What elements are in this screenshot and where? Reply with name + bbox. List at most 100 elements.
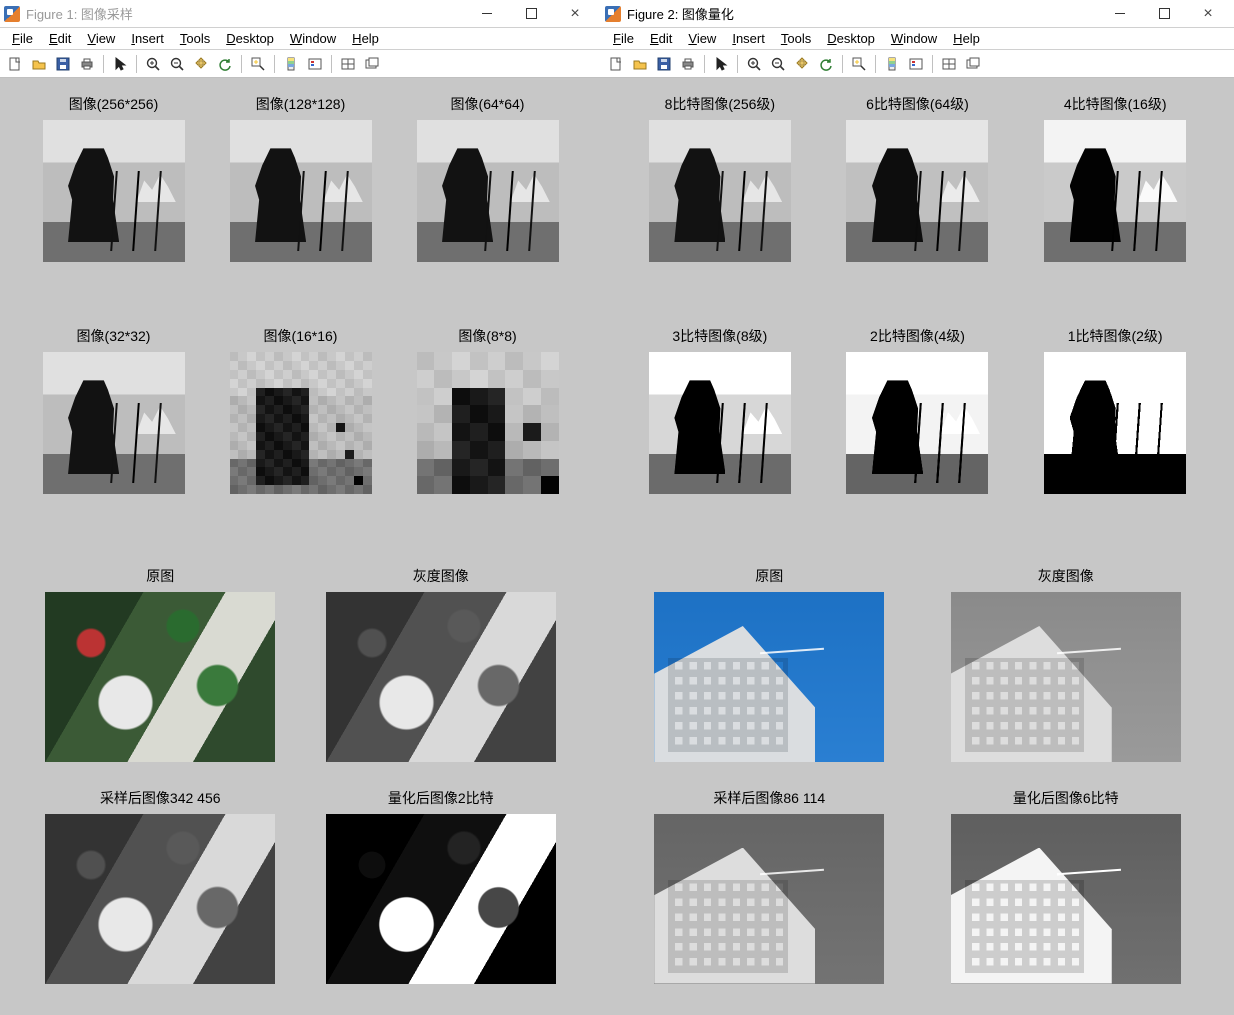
open-button[interactable] — [28, 53, 50, 75]
figure1-titlebar[interactable]: Figure 1: 图像采样 × — [0, 0, 601, 28]
print-button[interactable] — [677, 53, 699, 75]
figure2-window: Figure 2: 图像量化 × FileEditViewInsertTools… — [601, 0, 1234, 562]
image-display — [417, 352, 559, 494]
subplot: 量化后图像6比特 — [918, 784, 1215, 1006]
subplot: 4比特图像(16级) — [1016, 88, 1214, 320]
menu-desktop[interactable]: Desktop — [218, 29, 282, 48]
colorbar-button[interactable] — [280, 53, 302, 75]
image-display — [654, 814, 884, 984]
subplot: 采样后图像86 114 — [621, 784, 918, 1006]
save-button[interactable] — [52, 53, 74, 75]
image-display — [45, 814, 275, 984]
figure2-canvas[interactable]: 8比特图像(256级)6比特图像(64级)4比特图像(16级)3比特图像(8级)… — [601, 78, 1234, 562]
menu-view[interactable]: View — [79, 29, 123, 48]
print-button[interactable] — [76, 53, 98, 75]
float-button[interactable] — [361, 53, 383, 75]
menu-help[interactable]: Help — [344, 29, 387, 48]
panel-br-canvas[interactable]: 原图灰度图像采样后图像86 114量化后图像6比特 — [601, 562, 1234, 1015]
subplot: 6比特图像(64级) — [819, 88, 1017, 320]
subplot-title: 图像(64*64) — [451, 94, 525, 114]
zoom-in-icon — [145, 56, 161, 72]
maximize-button[interactable] — [509, 0, 553, 28]
menu-insert[interactable]: Insert — [123, 29, 172, 48]
image-display — [43, 352, 185, 494]
float-button[interactable] — [962, 53, 984, 75]
new-icon — [7, 56, 23, 72]
menu-edit[interactable]: Edit — [41, 29, 79, 48]
subplot-title: 量化后图像2比特 — [388, 788, 494, 808]
zoom-in-icon — [746, 56, 762, 72]
pan-button[interactable] — [791, 53, 813, 75]
new-button[interactable] — [605, 53, 627, 75]
menu-edit[interactable]: Edit — [642, 29, 680, 48]
panel-bl-canvas[interactable]: 原图灰度图像采样后图像342 456量化后图像2比特 — [0, 562, 601, 1015]
subplot-title: 灰度图像 — [1038, 566, 1094, 586]
subplot-title: 图像(8*8) — [458, 326, 516, 346]
new-button[interactable] — [4, 53, 26, 75]
image-display — [326, 592, 556, 762]
maximize-button[interactable] — [1142, 0, 1186, 28]
subplot: 灰度图像 — [918, 562, 1215, 784]
toolbar-separator — [103, 55, 104, 73]
matlab-icon — [4, 6, 20, 22]
image-display — [654, 592, 884, 762]
subplot: 图像(64*64) — [394, 88, 581, 320]
rotate-button[interactable] — [815, 53, 837, 75]
menu-file[interactable]: File — [605, 29, 642, 48]
menu-insert[interactable]: Insert — [724, 29, 773, 48]
figure1-canvas[interactable]: 图像(256*256)图像(128*128)图像(64*64)图像(32*32)… — [0, 78, 601, 562]
save-button[interactable] — [653, 53, 675, 75]
zoom-in-button[interactable] — [142, 53, 164, 75]
figure2-title: Figure 2: 图像量化 — [627, 4, 734, 23]
zoom-out-button[interactable] — [767, 53, 789, 75]
zoom-in-button[interactable] — [743, 53, 765, 75]
menu-help[interactable]: Help — [945, 29, 988, 48]
menu-file[interactable]: File — [4, 29, 41, 48]
legend-button[interactable] — [905, 53, 927, 75]
minimize-button[interactable] — [1098, 0, 1142, 28]
print-icon — [79, 56, 95, 72]
rotate-button[interactable] — [214, 53, 236, 75]
tile-icon — [340, 56, 356, 72]
zoom-out-button[interactable] — [166, 53, 188, 75]
tile-button[interactable] — [337, 53, 359, 75]
figure2-menubar: FileEditViewInsertToolsDesktopWindowHelp — [601, 28, 1234, 50]
subplot-title: 图像(128*128) — [256, 94, 346, 114]
menu-window[interactable]: Window — [282, 29, 344, 48]
pointer-icon — [112, 56, 128, 72]
image-display — [951, 592, 1181, 762]
colorbar-button[interactable] — [881, 53, 903, 75]
data-cursor-button[interactable] — [848, 53, 870, 75]
subplot-title: 6比特图像(64级) — [866, 94, 969, 114]
menu-window[interactable]: Window — [883, 29, 945, 48]
image-display — [951, 814, 1181, 984]
image-display — [45, 592, 275, 762]
tile-button[interactable] — [938, 53, 960, 75]
figure2-titlebar[interactable]: Figure 2: 图像量化 × — [601, 0, 1234, 28]
toolbar-separator — [704, 55, 705, 73]
image-display — [649, 120, 791, 262]
menu-tools[interactable]: Tools — [773, 29, 819, 48]
minimize-button[interactable] — [465, 0, 509, 28]
new-icon — [608, 56, 624, 72]
pan-button[interactable] — [190, 53, 212, 75]
subplot: 采样后图像342 456 — [20, 784, 301, 1006]
close-button[interactable]: × — [553, 0, 597, 28]
pointer-button[interactable] — [109, 53, 131, 75]
menu-view[interactable]: View — [680, 29, 724, 48]
toolbar-separator — [331, 55, 332, 73]
open-button[interactable] — [629, 53, 651, 75]
close-button[interactable]: × — [1186, 0, 1230, 28]
menu-tools[interactable]: Tools — [172, 29, 218, 48]
pan-icon — [794, 56, 810, 72]
subplot: 量化后图像2比特 — [301, 784, 582, 1006]
legend-button[interactable] — [304, 53, 326, 75]
data-cursor-button[interactable] — [247, 53, 269, 75]
subplot-title: 8比特图像(256级) — [665, 94, 775, 114]
subplot: 图像(32*32) — [20, 320, 207, 552]
subplot-title: 1比特图像(2级) — [1068, 326, 1163, 346]
save-icon — [55, 56, 71, 72]
menu-desktop[interactable]: Desktop — [819, 29, 883, 48]
panel-bottom-right: 原图灰度图像采样后图像86 114量化后图像6比特 — [601, 562, 1234, 1015]
pointer-button[interactable] — [710, 53, 732, 75]
